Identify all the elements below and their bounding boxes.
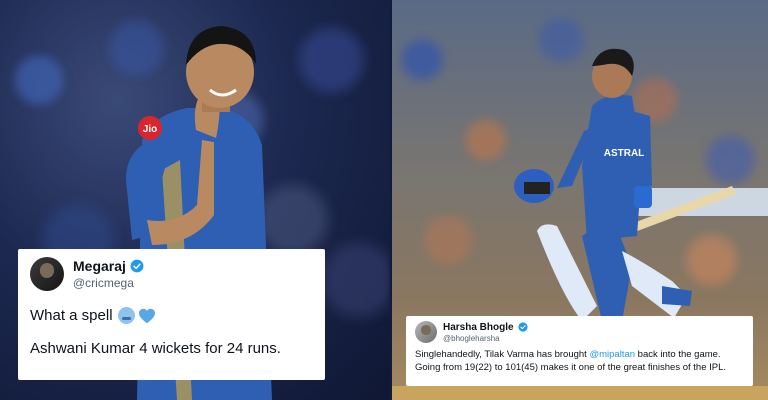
mention-link[interactable]: @mipaltan xyxy=(589,349,635,360)
tweet-text: What a spell xyxy=(30,307,113,324)
tweet-text: Going from 19(22) to 101(45) makes it on… xyxy=(415,362,727,373)
tweet-text: Ashwani Kumar 4 wickets for 24 runs. xyxy=(30,340,281,357)
tweet-author-handle[interactable]: @bhogleharsha xyxy=(443,334,528,343)
tweet-author-name[interactable]: Harsha Bhogle xyxy=(443,322,514,333)
tweet-text-line: What a spell xyxy=(30,307,313,324)
image-collage: Jio ASTRAL Megaraj @cricmega What a spel… xyxy=(0,0,768,400)
tweet-card-harsha-bhogle[interactable]: Harsha Bhogle @bhogleharsha Singlehanded… xyxy=(406,316,753,386)
crying-face-icon xyxy=(117,307,135,324)
tweet-author-handle[interactable]: @cricmega xyxy=(73,276,144,290)
tweet-card-megaraj[interactable]: Megaraj @cricmega What a spell Ashwani K… xyxy=(18,249,325,380)
verified-badge-icon xyxy=(517,322,528,332)
pitch-strip xyxy=(392,386,768,400)
tweet-text: Singlehandedly, Tilak Varma has brought xyxy=(415,349,590,360)
tweet-header: Megaraj @cricmega xyxy=(30,257,313,291)
avatar[interactable] xyxy=(30,257,64,291)
verified-badge-icon xyxy=(130,259,144,273)
batter-celebrating-figure: ASTRAL xyxy=(514,48,736,321)
tweet-author-name[interactable]: Megaraj xyxy=(73,258,126,274)
tweet-text: back into the game. xyxy=(635,349,721,360)
tweet-header: Harsha Bhogle @bhogleharsha xyxy=(415,321,744,343)
blue-heart-icon xyxy=(138,308,155,323)
jersey-sponsor-right: ASTRAL xyxy=(604,148,645,159)
avatar[interactable] xyxy=(415,321,437,343)
tweet-body: Singlehandedly, Tilak Varma has brought … xyxy=(415,348,744,374)
jersey-sponsor-left: Jio xyxy=(143,124,157,135)
